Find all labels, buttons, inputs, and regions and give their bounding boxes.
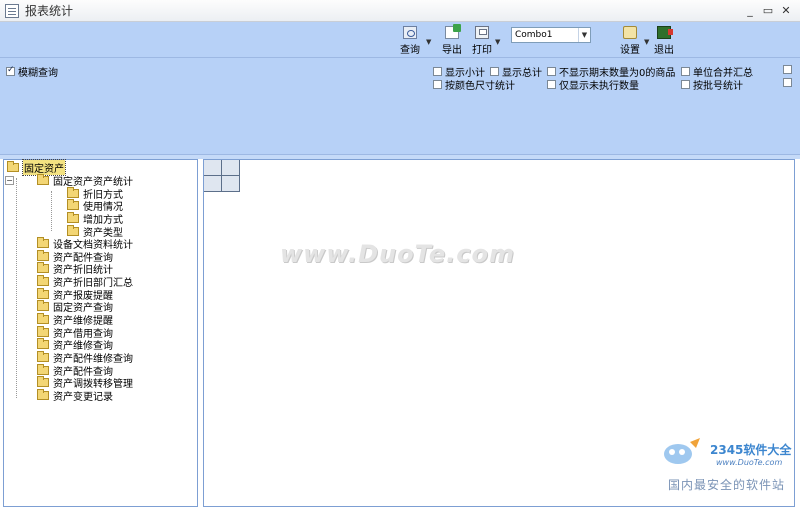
query-dropdown-arrow-icon[interactable]: ▼: [426, 38, 431, 46]
brand-watermark: 2345软件大全: [710, 443, 792, 457]
tree-item-label: 资产变更记录: [53, 391, 113, 403]
folder-icon: [37, 375, 49, 387]
settings-label: 设置: [620, 45, 640, 56]
folder-icon: [7, 160, 19, 172]
checkbox-box[interactable]: [547, 80, 556, 89]
tree-group-node[interactable]: 固定资产资产统计: [37, 173, 133, 188]
checkbox-box[interactable]: [490, 67, 499, 76]
print-button[interactable]: 打印: [472, 26, 492, 56]
extra-checkbox[interactable]: [783, 78, 792, 87]
checkbox-box[interactable]: [433, 80, 442, 89]
folder-icon: [37, 249, 49, 261]
by-color-size-label: 按颜色尺寸统计: [445, 81, 515, 92]
folder-icon: [37, 350, 49, 362]
tree-guide-line: [16, 178, 17, 398]
combo-select[interactable]: Combo1 ▼: [511, 27, 591, 43]
folder-icon: [37, 325, 49, 337]
report-window-icon: [5, 3, 19, 18]
window-controls: _ ▭ ✕: [742, 3, 794, 18]
by-color-size-checkbox[interactable]: 按颜色尺寸统计: [433, 77, 515, 92]
combo-value: Combo1: [515, 30, 553, 40]
folder-icon: [37, 236, 49, 248]
folder-icon: [37, 261, 49, 273]
print-dropdown-arrow-icon[interactable]: ▼: [495, 38, 500, 46]
settings-icon: [623, 26, 637, 39]
chevron-down-icon[interactable]: ▼: [578, 28, 590, 42]
duote-watermark: www.DuoTe.com: [280, 240, 515, 268]
folder-icon: [37, 173, 49, 185]
title-bar: 报表统计 _ ▭ ✕: [0, 0, 800, 22]
settings-dropdown-arrow-icon[interactable]: ▼: [644, 38, 649, 46]
folder-icon: [37, 299, 49, 311]
print-icon: [475, 26, 489, 39]
tree-item-node[interactable]: 资产维修查询: [37, 337, 113, 352]
export-icon: [445, 24, 461, 39]
only-unexecuted-label: 仅显示未执行数量: [559, 81, 639, 92]
only-unexecuted-checkbox[interactable]: 仅显示未执行数量: [547, 77, 639, 92]
tree-item-node[interactable]: 资产维修提醒: [37, 312, 113, 327]
print-label: 打印: [472, 45, 492, 56]
folder-icon: [67, 198, 79, 210]
checkbox-box[interactable]: [6, 65, 15, 76]
folder-icon: [37, 287, 49, 299]
folder-icon: [37, 363, 49, 375]
tree-guide-line: [51, 191, 52, 231]
tree-item-node[interactable]: 设备文档资料统计: [37, 236, 133, 251]
tree-item-node[interactable]: 资产变更记录: [37, 388, 113, 403]
tagline-watermark: 国内最安全的软件站: [668, 478, 786, 492]
tree-item-node[interactable]: 资产调拨转移管理: [37, 375, 133, 390]
window-title: 报表统计: [25, 4, 74, 18]
folder-icon: [37, 337, 49, 349]
folder-icon: [37, 312, 49, 324]
tree-child-node[interactable]: 增加方式: [67, 211, 123, 226]
extra-checkbox[interactable]: [783, 65, 792, 74]
tree-item-node[interactable]: 资产折旧统计: [37, 261, 113, 276]
report-grid[interactable]: [203, 159, 795, 507]
options-panel: 模糊查询 显示小计 显示总计 不显示期末数量为0的商品 单位合并汇总 按颜色尺寸…: [0, 58, 800, 155]
minimize-button[interactable]: _: [742, 3, 758, 18]
checkbox-box[interactable]: [681, 67, 690, 76]
tree-item-node[interactable]: 资产折旧部门汇总: [37, 274, 133, 289]
fuzzy-query-checkbox[interactable]: 模糊查询: [6, 64, 58, 79]
toolbar: 查询 ▼ 导出 打印 ▼ 设置 ▼ 退出: [0, 22, 800, 58]
query-icon: [403, 26, 417, 39]
grid-header-cell: [204, 176, 222, 192]
folder-icon: [37, 388, 49, 400]
by-batch-label: 按批号统计: [693, 81, 743, 92]
export-button[interactable]: 导出: [442, 24, 462, 56]
checkbox-box[interactable]: [433, 67, 442, 76]
exit-icon: [657, 26, 673, 39]
by-batch-checkbox[interactable]: 按批号统计: [681, 77, 743, 92]
exit-label: 退出: [654, 45, 674, 56]
tree-child-node[interactable]: 使用情况: [67, 198, 123, 213]
query-button[interactable]: 查询: [400, 26, 420, 56]
collapse-toggle-icon[interactable]: −: [5, 176, 14, 185]
tree-item-node[interactable]: 固定资产查询: [37, 299, 113, 314]
fuzzy-query-label: 模糊查询: [18, 68, 58, 79]
checkbox-box[interactable]: [547, 67, 556, 76]
tree-panel: 固定资产 固定资产资产统计 折旧方式 使用情况 增加方式 资产类型 设备文档资料…: [3, 158, 198, 507]
url-watermark: www.DuoTe.com: [716, 458, 783, 467]
folder-icon: [67, 224, 79, 236]
grid-header-cell: [222, 176, 240, 192]
export-label: 导出: [442, 45, 462, 56]
exit-button[interactable]: 退出: [654, 26, 674, 56]
grid-corner-header: [204, 160, 240, 192]
tree-root-node[interactable]: 固定资产: [7, 158, 66, 176]
checkbox-box[interactable]: [681, 80, 690, 89]
query-label: 查询: [400, 45, 420, 56]
restore-button[interactable]: ▭: [760, 3, 776, 18]
folder-icon: [37, 274, 49, 286]
folder-icon: [67, 211, 79, 223]
folder-icon: [67, 186, 79, 198]
grid-header-cell: [204, 160, 222, 176]
duote-mascot-logo-icon: [664, 438, 700, 464]
close-button[interactable]: ✕: [778, 3, 794, 18]
grid-header-cell: [222, 160, 240, 176]
tree-item-node[interactable]: 资产配件维修查询: [37, 350, 133, 365]
settings-button[interactable]: 设置: [620, 26, 640, 56]
